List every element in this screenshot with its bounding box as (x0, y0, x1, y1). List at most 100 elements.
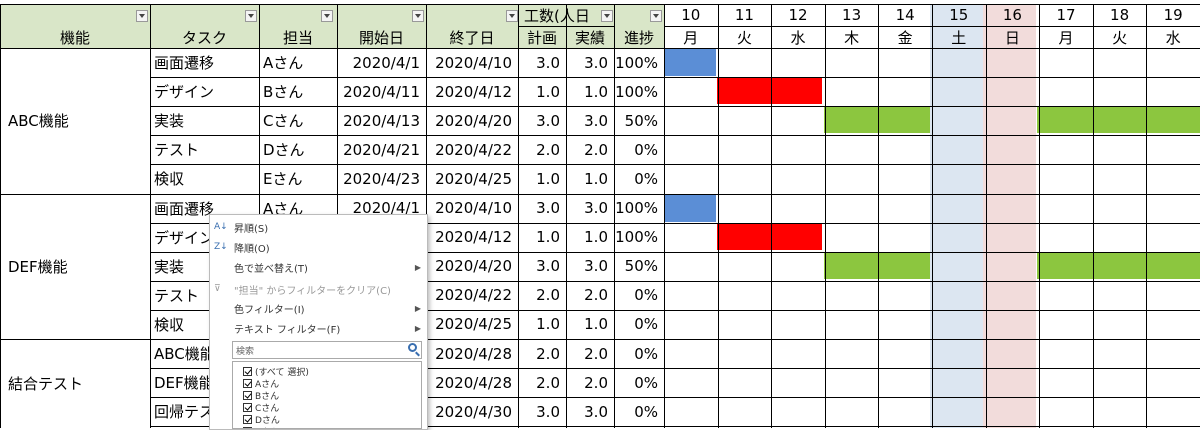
gantt-bar-green (824, 252, 930, 279)
actual-cell[interactable]: 3.0 (566, 106, 614, 135)
actual-cell[interactable]: 2.0 (566, 135, 614, 164)
plan-cell[interactable]: 3.0 (518, 194, 566, 223)
task-cell[interactable]: 実装 (150, 106, 259, 135)
plan-cell[interactable]: 1.0 (518, 310, 566, 339)
end-date-cell[interactable]: 2020/4/30 (426, 397, 518, 426)
end-date-cell[interactable]: 2020/4/10 (426, 48, 518, 77)
filter-dropdown-task[interactable] (245, 10, 257, 22)
filter-value-item[interactable]: Dさん (243, 413, 280, 426)
end-date-cell[interactable]: 2020/4/12 (426, 223, 518, 252)
filter-search-input[interactable]: 検索 (232, 341, 422, 359)
actual-cell[interactable]: 1.0 (566, 77, 614, 106)
filter-dropdown-feature[interactable] (136, 10, 148, 22)
grid-line (150, 135, 1200, 136)
actual-cell[interactable]: 3.0 (566, 194, 614, 223)
progress-cell[interactable]: 0% (614, 310, 664, 339)
menu-clear-filter[interactable]: ⊽ "担当" からフィルターをクリア(C) (210, 279, 427, 299)
plan-cell[interactable]: 2.0 (518, 135, 566, 164)
start-date-cell[interactable]: 2020/4/1 (337, 48, 426, 77)
end-date-cell[interactable]: 2020/4/20 (426, 252, 518, 281)
day-number: 13 (842, 6, 862, 24)
filter-value-item[interactable]: Bさん (243, 389, 279, 402)
checkbox-checked-icon[interactable] (243, 366, 252, 376)
plan-cell[interactable]: 3.0 (518, 48, 566, 77)
actual-cell[interactable]: 3.0 (566, 252, 614, 281)
end-date-cell[interactable]: 2020/4/10 (426, 194, 518, 223)
plan-cell[interactable]: 2.0 (518, 281, 566, 310)
owner-cell[interactable]: Dさん (259, 135, 337, 164)
end-date-cell[interactable]: 2020/4/25 (426, 164, 518, 193)
filter-dropdown-end[interactable] (506, 10, 518, 22)
plan-cell[interactable]: 2.0 (518, 339, 566, 368)
filter-dropdown-effort[interactable] (601, 10, 613, 22)
checkbox-checked-icon[interactable] (243, 378, 252, 388)
actual-cell[interactable]: 2.0 (566, 339, 614, 368)
progress-cell[interactable]: 100% (614, 77, 664, 106)
owner-cell[interactable]: Bさん (259, 77, 337, 106)
progress-cell[interactable]: 0% (614, 368, 664, 397)
grid-line (0, 339, 1200, 340)
checkbox-checked-icon[interactable] (243, 414, 252, 424)
owner-cell[interactable]: Eさん (259, 164, 337, 193)
plan-cell[interactable]: 3.0 (518, 252, 566, 281)
actual-cell[interactable]: 3.0 (566, 48, 614, 77)
start-date-cell[interactable]: 2020/4/11 (337, 77, 426, 106)
actual-cell[interactable]: 2.0 (566, 281, 614, 310)
actual-cell[interactable]: 2.0 (566, 368, 614, 397)
end-date-cell[interactable]: 2020/4/28 (426, 339, 518, 368)
plan-cell[interactable]: 1.0 (518, 223, 566, 252)
start-date-cell[interactable]: 2020/4/13 (337, 106, 426, 135)
filter-dropdown-start[interactable] (412, 10, 424, 22)
checkbox-checked-icon[interactable] (243, 402, 252, 412)
menu-sort-descending[interactable]: Z↓ 降順(O) (210, 237, 427, 257)
menu-color-filter[interactable]: 色フィルター(I) ▶ (210, 298, 427, 318)
actual-cell[interactable]: 1.0 (566, 223, 614, 252)
actual-cell[interactable]: 1.0 (566, 164, 614, 193)
owner-cell[interactable]: Aさん (259, 48, 337, 77)
plan-cell[interactable]: 1.0 (518, 77, 566, 106)
task-cell[interactable]: 画面遷移 (150, 48, 259, 77)
progress-cell[interactable]: 0% (614, 339, 664, 368)
progress-cell[interactable]: 0% (614, 135, 664, 164)
actual-cell[interactable]: 3.0 (566, 397, 614, 426)
end-date-cell[interactable]: 2020/4/12 (426, 77, 518, 106)
progress-cell[interactable]: 0% (614, 281, 664, 310)
end-date-cell[interactable]: 2020/4/22 (426, 135, 518, 164)
filter-value-item[interactable]: Eさん (243, 425, 279, 428)
progress-cell[interactable]: 0% (614, 164, 664, 193)
actual-cell[interactable]: 1.0 (566, 310, 614, 339)
group-label: ABC機能 (8, 112, 69, 130)
plan-cell[interactable]: 3.0 (518, 397, 566, 426)
progress-cell[interactable]: 100% (614, 223, 664, 252)
filter-value-item[interactable]: Cさん (243, 401, 279, 414)
plan-cell[interactable]: 2.0 (518, 368, 566, 397)
start-date-cell[interactable]: 2020/4/21 (337, 135, 426, 164)
progress-cell[interactable]: 100% (614, 194, 664, 223)
plan-cell[interactable]: 1.0 (518, 164, 566, 193)
menu-sort-by-color[interactable]: 色で並べ替え(T) ▶ (210, 257, 427, 277)
menu-sort-ascending[interactable]: A↓ 昇順(S) (210, 217, 427, 237)
end-date-cell[interactable]: 2020/4/25 (426, 310, 518, 339)
task-cell[interactable]: テスト (150, 135, 259, 164)
task-cell[interactable]: 検収 (150, 164, 259, 193)
checkbox-checked-icon[interactable] (243, 390, 252, 400)
end-date-cell[interactable]: 2020/4/20 (426, 106, 518, 135)
owner-cell[interactable]: Cさん (259, 106, 337, 135)
start-date-cell[interactable]: 2020/4/23 (337, 164, 426, 193)
filter-value-item[interactable]: (すべて 選択) (243, 365, 309, 378)
filter-dropdown-owner[interactable] (321, 10, 333, 22)
progress-cell[interactable]: 100% (614, 48, 664, 77)
progress-cell[interactable]: 0% (614, 397, 664, 426)
filter-value-item[interactable]: Aさん (243, 377, 279, 390)
end-date-cell[interactable]: 2020/4/28 (426, 368, 518, 397)
progress-cell[interactable]: 50% (614, 252, 664, 281)
grid-line (150, 164, 1200, 165)
progress-cell[interactable]: 50% (614, 106, 664, 135)
day-number: 12 (788, 6, 808, 24)
menu-text-filter[interactable]: テキスト フィルター(F) ▶ (210, 318, 427, 338)
filter-dropdown-progress[interactable] (650, 10, 662, 22)
plan-cell[interactable]: 3.0 (518, 106, 566, 135)
end-date-cell[interactable]: 2020/4/22 (426, 281, 518, 310)
header-end: 終了日 (449, 28, 495, 47)
task-cell[interactable]: デザイン (150, 77, 259, 106)
